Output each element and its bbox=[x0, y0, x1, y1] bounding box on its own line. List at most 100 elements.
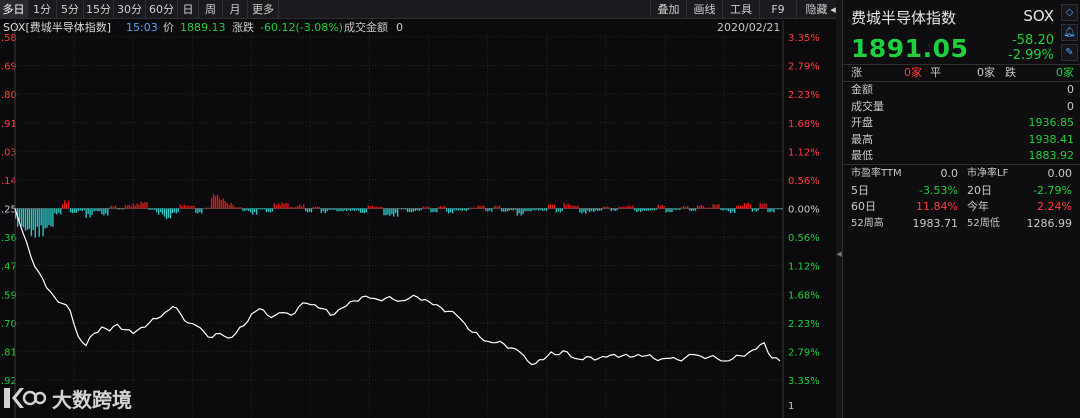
stat-row: 最高 1938.41 bbox=[851, 131, 1076, 148]
volume-bar bbox=[95, 208, 97, 211]
volume-bar bbox=[393, 208, 395, 217]
volume-bar bbox=[424, 207, 426, 209]
volume-bar bbox=[653, 208, 656, 211]
volume-bar bbox=[461, 208, 464, 211]
volume-bar bbox=[657, 204, 659, 209]
volume-bar bbox=[467, 208, 469, 210]
volume-bar bbox=[50, 208, 52, 227]
volume-bar bbox=[301, 206, 303, 209]
volume-bar bbox=[540, 208, 542, 210]
volume-bar bbox=[751, 208, 754, 212]
volume-bar bbox=[475, 207, 477, 209]
volume-bar bbox=[681, 207, 683, 209]
volume-bar bbox=[487, 208, 489, 212]
volume-bar bbox=[126, 205, 129, 209]
edit-icon[interactable]: ✎ bbox=[1061, 44, 1078, 61]
volume-bar bbox=[232, 204, 234, 209]
volume-bar bbox=[591, 208, 593, 211]
volume-bar bbox=[359, 208, 362, 213]
volume-bar bbox=[193, 205, 195, 209]
volume-bar bbox=[279, 205, 281, 209]
right-tick-label: 0.56% bbox=[788, 176, 820, 187]
volume-bar bbox=[252, 208, 254, 215]
volume-bar bbox=[220, 200, 223, 209]
volume-bar bbox=[283, 204, 285, 209]
volume-bar bbox=[577, 205, 579, 209]
volume-bar bbox=[381, 206, 383, 209]
volume-bar bbox=[42, 208, 44, 237]
volume-bar bbox=[169, 208, 172, 219]
volume-bar bbox=[377, 207, 379, 209]
volume-bar bbox=[234, 207, 236, 209]
expand-icon[interactable]: ◇ bbox=[1061, 4, 1078, 21]
volume-bar bbox=[48, 208, 50, 226]
volume-bar bbox=[22, 208, 25, 228]
volume-bar bbox=[769, 208, 771, 213]
volume-bar bbox=[355, 208, 358, 211]
volume-bar bbox=[514, 208, 516, 210]
volume-bar bbox=[561, 208, 563, 211]
volume-bar bbox=[612, 208, 614, 211]
volume-bar bbox=[71, 208, 74, 214]
stat-value: 0 bbox=[1067, 83, 1074, 96]
volume-bar bbox=[685, 206, 687, 209]
volume-bar bbox=[538, 208, 540, 211]
volume-bar bbox=[308, 208, 311, 212]
bell-icon[interactable]: 🔔︎ bbox=[1061, 24, 1078, 41]
chart-info-row: SOX[费城半导体指数] 15:03 价 1889.13 涨跌 -60.12(-… bbox=[0, 20, 836, 36]
volume-bar bbox=[62, 203, 64, 209]
volume-bar bbox=[638, 208, 640, 211]
volume-bar bbox=[459, 208, 462, 211]
volume-bar bbox=[508, 208, 511, 211]
up-label: 涨 bbox=[851, 66, 862, 79]
volume-bar bbox=[692, 208, 695, 211]
volume-bar bbox=[38, 208, 40, 237]
volume-bar bbox=[734, 208, 736, 213]
volume-bar bbox=[248, 208, 250, 211]
volume-bar bbox=[722, 208, 724, 211]
volume-bar bbox=[140, 201, 142, 209]
volume-bar bbox=[528, 208, 530, 212]
volume-bar bbox=[285, 202, 287, 209]
volume-bar bbox=[332, 208, 334, 210]
volume-bar bbox=[714, 204, 716, 209]
volume-bar bbox=[124, 205, 127, 209]
volume-bar bbox=[44, 208, 46, 229]
stat-label: 5日 bbox=[851, 183, 869, 197]
volume-bar bbox=[293, 207, 295, 209]
volume-bar bbox=[536, 208, 538, 210]
stat-label: 52周低 bbox=[967, 217, 1000, 229]
volume-bar bbox=[350, 208, 352, 211]
stat-row: 开盘 1936.85 bbox=[851, 114, 1076, 131]
volume-bar bbox=[477, 205, 479, 209]
volume-bar bbox=[516, 208, 518, 216]
volume-bar bbox=[444, 205, 446, 209]
volume-bar bbox=[340, 208, 342, 211]
volume-bar bbox=[448, 208, 450, 214]
volume-bar bbox=[391, 208, 393, 215]
volume-bar bbox=[757, 208, 759, 211]
volume-bar bbox=[418, 208, 420, 211]
volume-bar bbox=[187, 205, 189, 209]
volume-bar bbox=[645, 208, 648, 211]
volume-bar bbox=[267, 208, 270, 212]
right-tick-label: 2.23% bbox=[788, 90, 820, 101]
volume-bar bbox=[716, 204, 718, 209]
volume-bar bbox=[103, 208, 105, 216]
volume-bar bbox=[581, 208, 583, 214]
volume-bar bbox=[250, 208, 252, 213]
volume-bar bbox=[667, 208, 669, 212]
volume-bar bbox=[236, 207, 238, 209]
volume-bar bbox=[416, 208, 418, 211]
volume-bar bbox=[647, 208, 650, 211]
volume-bar bbox=[58, 208, 60, 213]
volume-bar bbox=[173, 208, 176, 213]
volume-bar bbox=[269, 208, 272, 213]
right-tick-label: 2.79% bbox=[788, 347, 820, 358]
volume-bar bbox=[414, 208, 417, 211]
volume-bar bbox=[710, 207, 712, 209]
volume-bar bbox=[575, 205, 577, 209]
volume-bar bbox=[655, 208, 658, 210]
volume-bar bbox=[30, 208, 33, 237]
intraday-chart[interactable]: .58 3.35%.69 2.79%.80 2.23%.91 1.68%.03 1.12%… bbox=[0, 0, 836, 418]
